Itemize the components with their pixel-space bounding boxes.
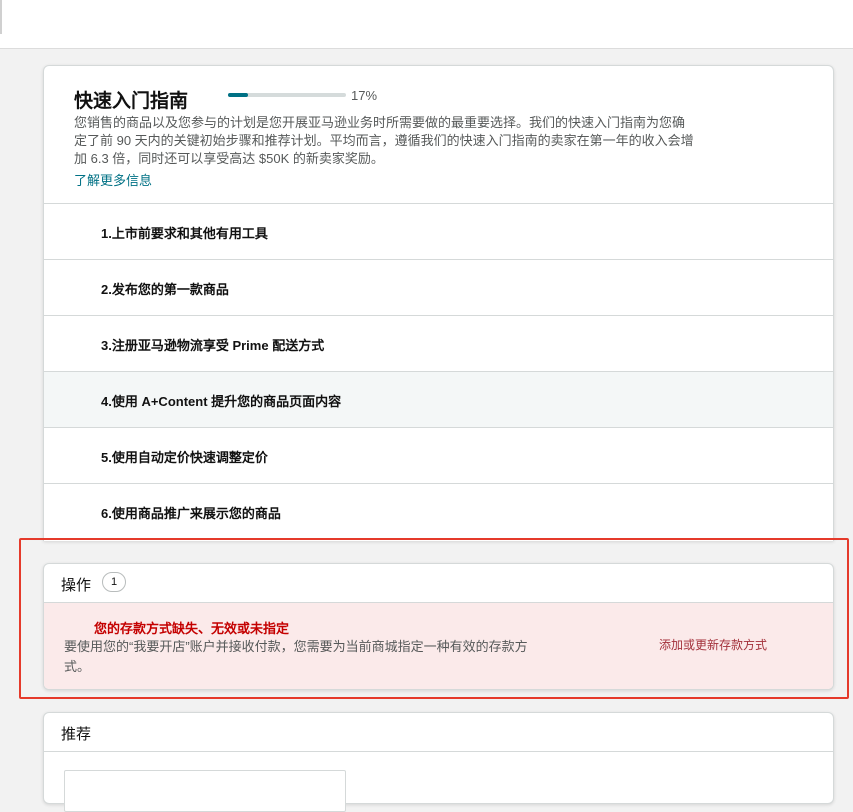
step-label: 5.使用自动定价快速调整定价 bbox=[101, 450, 268, 465]
progress-bar bbox=[228, 93, 346, 97]
step-1-prelaunch-tools[interactable]: 1.上市前要求和其他有用工具 bbox=[44, 204, 833, 260]
recommendation-item[interactable] bbox=[64, 770, 346, 812]
guide-description: 您销售的商品以及您参与的计划是您开展亚马逊业务时所需要做的最重要选择。我们的快速… bbox=[74, 115, 694, 166]
top-bar bbox=[0, 0, 853, 49]
actions-card: 操作 1 您的存款方式缺失、无效或未指定 要使用您的“我要开店”账户并接收付款，… bbox=[43, 563, 834, 690]
step-label: 6.使用商品推广来展示您的商品 bbox=[101, 506, 281, 521]
progress-percent: 17% bbox=[351, 88, 378, 103]
actions-title: 操作 bbox=[61, 577, 92, 594]
learn-more-link[interactable]: 了解更多信息 bbox=[74, 170, 152, 189]
actions-count-badge: 1 bbox=[102, 572, 126, 592]
recommendations-title: 推荐 bbox=[61, 726, 92, 743]
step-label: 4.使用 A+Content 提升您的商品页面内容 bbox=[101, 394, 342, 409]
recommendations-card: 推荐 bbox=[43, 712, 834, 812]
top-bar-edge bbox=[0, 0, 2, 34]
quick-start-guide-card: 快速入门指南 17% 您销售的商品以及您参与的计划是您开展亚马逊业务时所需要做的… bbox=[43, 65, 834, 541]
step-6-sponsored-products[interactable]: 6.使用商品推广来展示您的商品 bbox=[44, 484, 833, 539]
step-label: 1.上市前要求和其他有用工具 bbox=[101, 226, 268, 241]
deposit-method-alert: 您的存款方式缺失、无效或未指定 要使用您的“我要开店”账户并接收付款，您需要为当… bbox=[44, 603, 833, 689]
guide-title: 快速入门指南 bbox=[74, 91, 189, 112]
step-5-automate-pricing[interactable]: 5.使用自动定价快速调整定价 bbox=[44, 428, 833, 484]
alert-title: 您的存款方式缺失、无效或未指定 bbox=[94, 621, 290, 636]
step-label: 2.发布您的第一款商品 bbox=[101, 282, 229, 297]
step-label: 3.注册亚马逊物流享受 Prime 配送方式 bbox=[101, 338, 325, 353]
step-2-publish-first-product[interactable]: 2.发布您的第一款商品 bbox=[44, 260, 833, 316]
step-4-a-plus-content[interactable]: 4.使用 A+Content 提升您的商品页面内容 bbox=[44, 372, 833, 428]
actions-header: 操作 1 bbox=[44, 564, 833, 603]
step-3-fba-prime[interactable]: 3.注册亚马逊物流享受 Prime 配送方式 bbox=[44, 316, 833, 372]
alert-body: 要使用您的“我要开店”账户并接收付款，您需要为当前商城指定一种有效的存款方式。 bbox=[64, 639, 528, 674]
update-deposit-method-link[interactable]: 添加或更新存款方式 bbox=[659, 636, 767, 653]
progress-bar-fill bbox=[228, 93, 249, 97]
guide-header: 快速入门指南 17% 您销售的商品以及您参与的计划是您开展亚马逊业务时所需要做的… bbox=[44, 66, 833, 204]
recommendations-header: 推荐 bbox=[44, 713, 833, 752]
